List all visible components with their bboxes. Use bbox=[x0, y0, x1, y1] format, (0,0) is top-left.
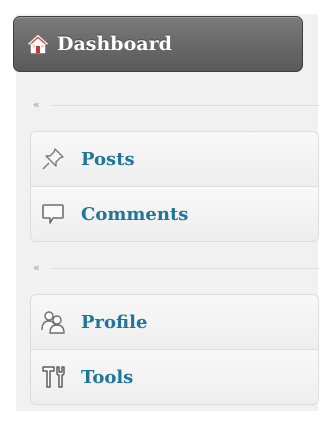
menu-item-profile-label: Profile bbox=[81, 311, 148, 333]
menu-item-comments-label: Comments bbox=[81, 203, 189, 225]
menu-item-dashboard-label: Dashboard bbox=[57, 33, 172, 55]
users-icon bbox=[40, 309, 66, 335]
collapse-menu-toggle[interactable]: « bbox=[33, 99, 51, 111]
collapse-menu-toggle[interactable]: « bbox=[33, 262, 51, 274]
menu-item-tools[interactable]: Tools bbox=[31, 349, 318, 404]
menu-separator: « bbox=[33, 262, 319, 274]
menu-item-comments[interactable]: Comments bbox=[31, 186, 318, 241]
menu-item-posts-label: Posts bbox=[81, 148, 135, 170]
menu-item-posts[interactable]: Posts bbox=[31, 132, 318, 186]
separator-line bbox=[51, 268, 319, 269]
menu-item-dashboard[interactable]: Dashboard bbox=[13, 16, 303, 72]
separator-line bbox=[51, 105, 319, 106]
pushpin-icon bbox=[40, 146, 66, 172]
menu-group-content: Posts Comments bbox=[30, 131, 319, 242]
menu-group-users: Profile Tools bbox=[30, 294, 319, 405]
menu-item-profile[interactable]: Profile bbox=[31, 295, 318, 349]
menu-separator: « bbox=[33, 99, 319, 111]
menu-item-tools-label: Tools bbox=[81, 366, 134, 388]
comment-bubble-icon bbox=[40, 201, 66, 227]
tools-icon bbox=[40, 364, 66, 390]
home-icon bbox=[27, 33, 49, 55]
